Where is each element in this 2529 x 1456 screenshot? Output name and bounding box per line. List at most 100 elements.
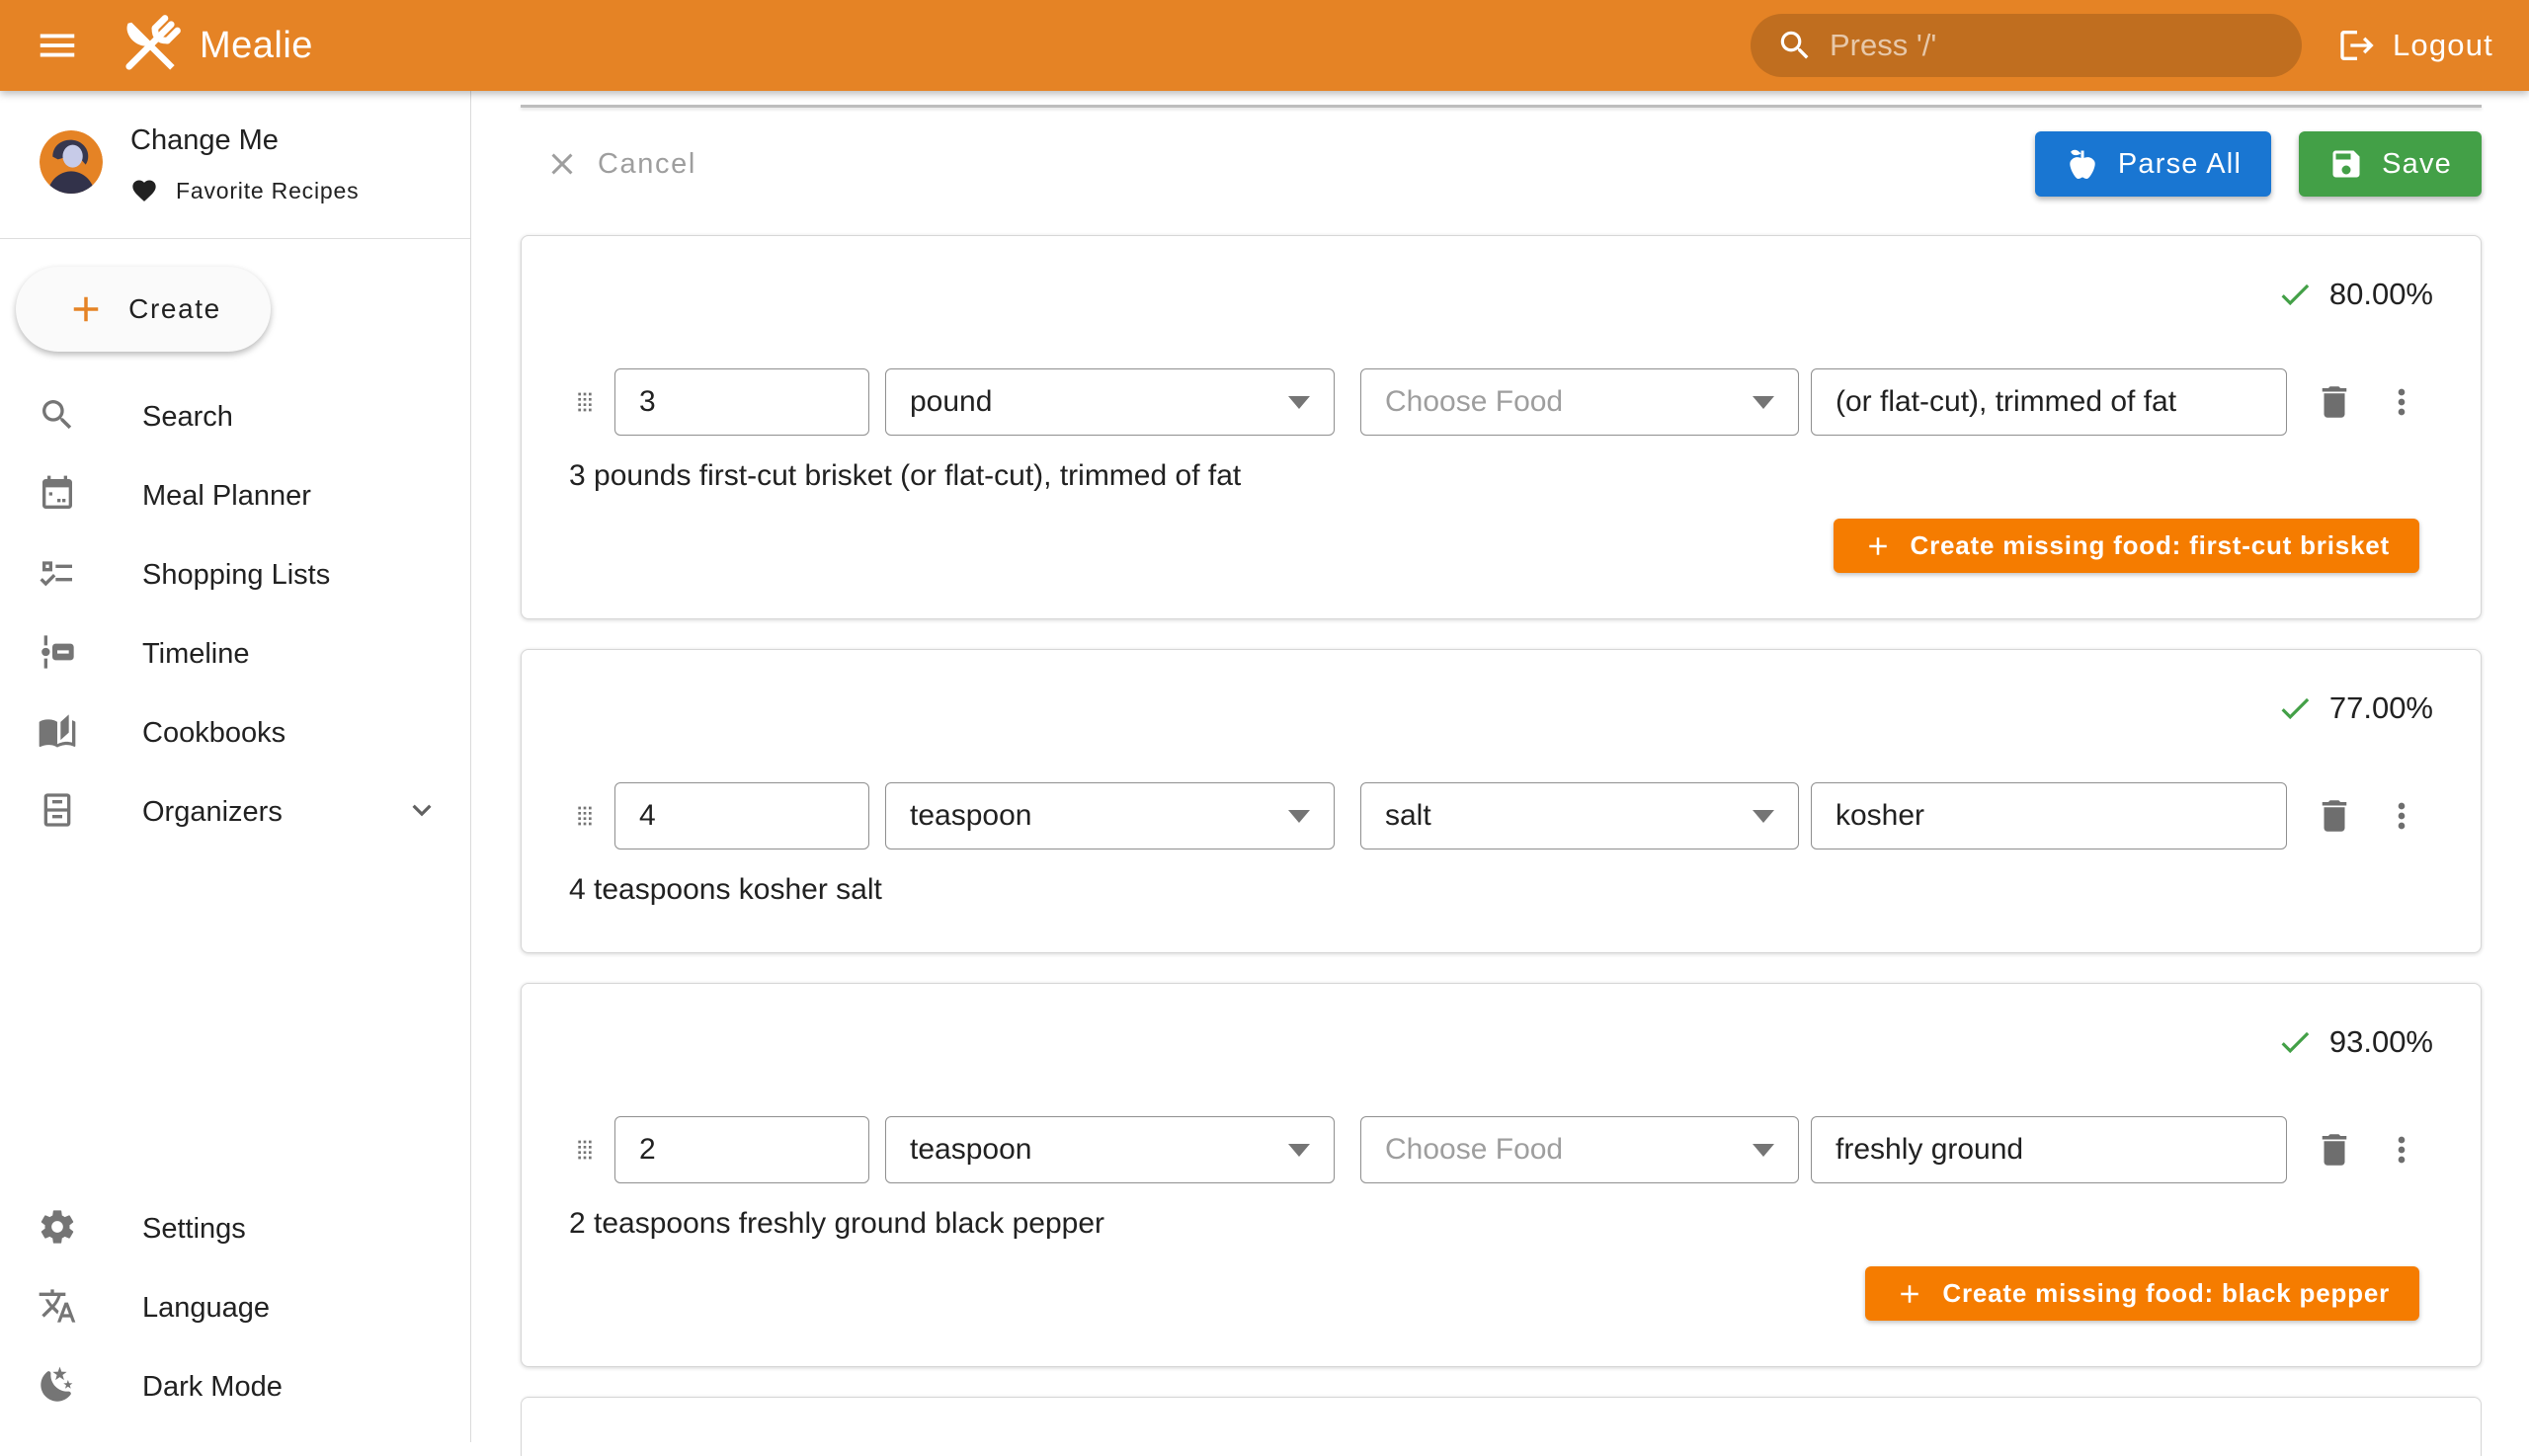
food-select[interactable]: salt bbox=[1360, 782, 1799, 849]
favorite-recipes-link[interactable]: Favorite Recipes bbox=[130, 177, 359, 204]
more-options-button[interactable] bbox=[2378, 792, 2425, 840]
parser-toolbar: Cancel Parse All Save bbox=[521, 131, 2482, 197]
drag-handle[interactable] bbox=[569, 794, 601, 838]
delete-button[interactable] bbox=[2311, 792, 2358, 840]
menu-icon[interactable] bbox=[26, 14, 89, 77]
plus-icon bbox=[1895, 1279, 1924, 1309]
trash-icon bbox=[2314, 795, 2355, 837]
sidebar-item-label: Dark Mode bbox=[142, 1371, 283, 1404]
confidence-row: 77.00% bbox=[569, 689, 2433, 727]
save-icon bbox=[2328, 146, 2364, 182]
confidence-row: 93.00% bbox=[569, 1023, 2433, 1061]
apple-icon bbox=[2065, 146, 2100, 182]
book-icon bbox=[38, 711, 77, 756]
parse-all-button[interactable]: Parse All bbox=[2035, 131, 2271, 197]
parse-all-label: Parse All bbox=[2118, 148, 2242, 181]
quantity-input[interactable] bbox=[614, 1116, 869, 1183]
logout-label: Logout bbox=[2393, 28, 2493, 63]
note-input[interactable] bbox=[1811, 1116, 2287, 1183]
ingredient-fields-row: pound Choose Food bbox=[569, 368, 2433, 436]
delete-button[interactable] bbox=[2311, 378, 2358, 426]
favorites-label: Favorite Recipes bbox=[176, 178, 359, 204]
cancel-label: Cancel bbox=[598, 148, 696, 181]
sidebar-divider bbox=[0, 238, 470, 239]
sidebar-item-language[interactable]: Language bbox=[0, 1268, 470, 1347]
caret-down-icon bbox=[1288, 810, 1310, 823]
delete-button[interactable] bbox=[2311, 1126, 2358, 1173]
create-missing-food-label: Create missing food: first-cut brisket bbox=[1911, 530, 2390, 561]
ingredient-fields-row: teaspoon Choose Food bbox=[569, 1116, 2433, 1183]
timeline-icon bbox=[38, 632, 77, 677]
sidebar-item-organizers[interactable]: Organizers bbox=[0, 772, 470, 851]
check-icon bbox=[2276, 276, 2314, 313]
unit-value: teaspoon bbox=[910, 799, 1031, 833]
food-select[interactable]: Choose Food bbox=[1360, 1116, 1799, 1183]
unit-value: teaspoon bbox=[910, 1133, 1031, 1167]
food-value: salt bbox=[1385, 799, 1431, 833]
unit-select[interactable]: teaspoon bbox=[885, 782, 1335, 849]
heart-icon bbox=[130, 177, 158, 204]
create-button[interactable]: Create bbox=[16, 267, 271, 352]
sidebar-item-label: Organizers bbox=[142, 796, 283, 829]
create-missing-food-button[interactable]: Create missing food: first-cut brisket bbox=[1834, 519, 2419, 573]
sidebar-item-cookbooks[interactable]: Cookbooks bbox=[0, 693, 470, 772]
unit-select[interactable]: pound bbox=[885, 368, 1335, 436]
food-value: Choose Food bbox=[1385, 385, 1563, 419]
moon-icon bbox=[38, 1365, 77, 1410]
save-label: Save bbox=[2382, 148, 2452, 181]
sidebar-item-label: Shopping Lists bbox=[142, 559, 330, 592]
kebab-icon bbox=[2382, 796, 2421, 836]
logout-icon bbox=[2337, 26, 2377, 65]
sidebar-item-meal-planner[interactable]: Meal Planner bbox=[0, 456, 470, 535]
sidebar-item-timeline[interactable]: Timeline bbox=[0, 614, 470, 693]
app-bar: Mealie Press '/' Logout bbox=[0, 0, 2529, 91]
note-input[interactable] bbox=[1811, 368, 2287, 436]
global-search-input[interactable]: Press '/' bbox=[1751, 14, 2302, 77]
sidebar-item-label: Search bbox=[142, 401, 233, 434]
sidebar-item-search[interactable]: Search bbox=[0, 377, 470, 456]
sidebar-item-settings[interactable]: Settings bbox=[0, 1189, 470, 1268]
sidebar: Change Me Favorite Recipes Create Search… bbox=[0, 91, 471, 1442]
original-ingredient-text: 2 teaspoons freshly ground black pepper bbox=[569, 1207, 2433, 1241]
sidebar-item-label: Cookbooks bbox=[142, 717, 286, 750]
checklist-icon bbox=[38, 553, 77, 598]
cog-icon bbox=[38, 1207, 77, 1252]
missing-food-row: Create missing food: black pepper bbox=[569, 1266, 2433, 1321]
avatar bbox=[40, 130, 103, 194]
ingredient-fields-row: teaspoon salt bbox=[569, 782, 2433, 849]
sidebar-item-label: Timeline bbox=[142, 638, 250, 671]
note-input[interactable] bbox=[1811, 782, 2287, 849]
quantity-input[interactable] bbox=[614, 368, 869, 436]
confidence-value: 77.00% bbox=[2329, 690, 2433, 726]
food-select[interactable]: Choose Food bbox=[1360, 368, 1799, 436]
save-button[interactable]: Save bbox=[2299, 131, 2482, 197]
original-ingredient-text: 4 teaspoons kosher salt bbox=[569, 873, 2433, 907]
caret-down-icon bbox=[1288, 1144, 1310, 1157]
app-title: Mealie bbox=[200, 25, 313, 67]
create-label: Create bbox=[128, 293, 221, 325]
confidence-value: 80.00% bbox=[2329, 277, 2433, 312]
ingredient-card: 93.00% teaspoon Choose Food 2 teaspo bbox=[521, 983, 2482, 1367]
close-icon bbox=[544, 146, 580, 182]
caret-down-icon bbox=[1753, 1144, 1774, 1157]
plus-icon bbox=[1863, 531, 1893, 561]
cancel-button[interactable]: Cancel bbox=[521, 146, 696, 182]
trash-icon bbox=[2314, 381, 2355, 423]
user-section[interactable]: Change Me Favorite Recipes bbox=[0, 91, 470, 238]
more-options-button[interactable] bbox=[2378, 1126, 2425, 1173]
cabinet-icon bbox=[38, 790, 77, 835]
create-missing-food-button[interactable]: Create missing food: black pepper bbox=[1865, 1266, 2419, 1321]
sidebar-item-dark-mode[interactable]: Dark Mode bbox=[0, 1347, 470, 1426]
quantity-input[interactable] bbox=[614, 782, 869, 849]
kebab-icon bbox=[2382, 1130, 2421, 1170]
logout-button[interactable]: Logout bbox=[2337, 26, 2493, 65]
magnify-icon bbox=[38, 395, 77, 440]
drag-handle[interactable] bbox=[569, 380, 601, 424]
confidence-value: 93.00% bbox=[2329, 1024, 2433, 1060]
more-options-button[interactable] bbox=[2378, 378, 2425, 426]
drag-handle[interactable] bbox=[569, 1128, 601, 1172]
unit-select[interactable]: teaspoon bbox=[885, 1116, 1335, 1183]
original-ingredient-text: 3 pounds first-cut brisket (or flat-cut)… bbox=[569, 459, 2433, 493]
chevron-down-icon[interactable] bbox=[403, 791, 441, 834]
sidebar-item-shopping-lists[interactable]: Shopping Lists bbox=[0, 535, 470, 614]
